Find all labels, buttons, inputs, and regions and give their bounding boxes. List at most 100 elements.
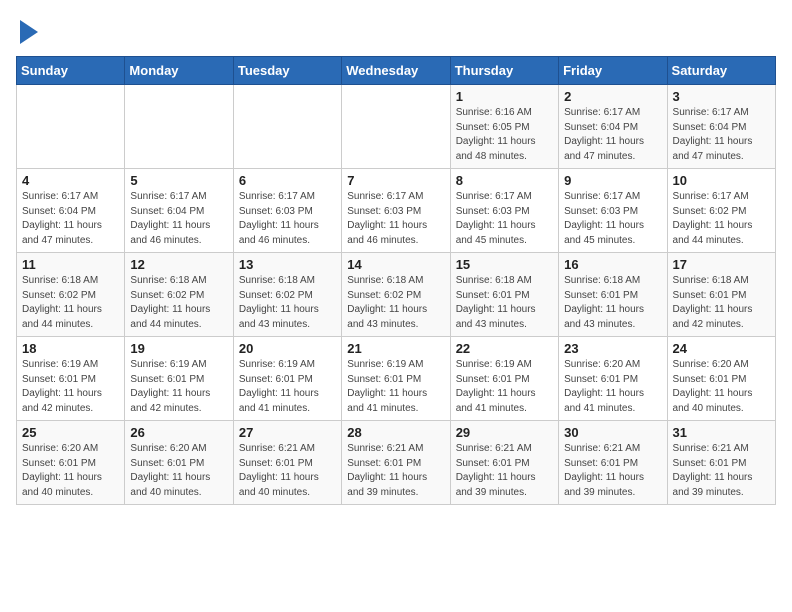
day-info: Sunrise: 6:17 AM Sunset: 6:04 PM Dayligh… (22, 190, 119, 248)
day-number: 29 (456, 425, 553, 440)
calendar-cell: 18 Sunrise: 6:19 AM Sunset: 6:01 PM Dayli… (17, 337, 125, 421)
calendar-cell: 14Sunrise: 6:18 AM Sunset: 6:02 PM Dayli… (342, 253, 450, 337)
day-info: Sunrise: 6:20 AM Sunset: 6:01 PM Dayligh… (22, 442, 119, 500)
day-number: 26 (130, 425, 227, 440)
day-number: 21 (347, 341, 444, 356)
calendar-cell: 15 Sunrise: 6:18 AM Sunset: 6:01 PM Dayli… (450, 253, 558, 337)
day-info: Sunrise: 6:16 AM Sunset: 6:05 PM Dayligh… (456, 106, 553, 164)
weekday-row: SundayMondayTuesdayWednesdayThursdayFrid… (17, 57, 776, 85)
day-number: 6 (239, 173, 336, 188)
day-number: 30 (564, 425, 661, 440)
calendar-cell: 17 Sunrise: 6:18 AM Sunset: 6:01 PM Dayli… (667, 253, 775, 337)
logo (16, 16, 38, 44)
logo-arrow-icon (20, 20, 38, 44)
weekday-header-saturday: Saturday (667, 57, 775, 85)
day-info: Sunrise: 6:21 AM Sunset: 6:01 PM Dayligh… (673, 442, 770, 500)
day-info: Sunrise: 6:18 AM Sunset: 6:02 PM Dayligh… (239, 274, 336, 332)
day-number: 27 (239, 425, 336, 440)
calendar-cell: 12 Sunrise: 6:18 AM Sunset: 6:02 PM Dayli… (125, 253, 233, 337)
weekday-header-friday: Friday (559, 57, 667, 85)
week-row-2: 4 Sunrise: 6:17 AM Sunset: 6:04 PM Daylig… (17, 169, 776, 253)
calendar-cell: 24Sunrise: 6:20 AM Sunset: 6:01 PM Dayli… (667, 337, 775, 421)
day-info: Sunrise: 6:21 AM Sunset: 6:01 PM Dayligh… (564, 442, 661, 500)
calendar-cell (17, 85, 125, 169)
week-row-4: 18 Sunrise: 6:19 AM Sunset: 6:01 PM Dayli… (17, 337, 776, 421)
day-info: Sunrise: 6:17 AM Sunset: 6:04 PM Dayligh… (130, 190, 227, 248)
calendar-cell (125, 85, 233, 169)
day-number: 18 (22, 341, 119, 356)
day-info: Sunrise: 6:20 AM Sunset: 6:01 PM Dayligh… (564, 358, 661, 416)
day-number: 23 (564, 341, 661, 356)
calendar-cell: 29Sunrise: 6:21 AM Sunset: 6:01 PM Dayli… (450, 421, 558, 505)
calendar-cell: 30 Sunrise: 6:21 AM Sunset: 6:01 PM Dayli… (559, 421, 667, 505)
day-info: Sunrise: 6:18 AM Sunset: 6:01 PM Dayligh… (673, 274, 770, 332)
calendar-cell: 4 Sunrise: 6:17 AM Sunset: 6:04 PM Daylig… (17, 169, 125, 253)
day-number: 2 (564, 89, 661, 104)
calendar-header: SundayMondayTuesdayWednesdayThursdayFrid… (17, 57, 776, 85)
calendar-cell: 7 Sunrise: 6:17 AM Sunset: 6:03 PM Daylig… (342, 169, 450, 253)
calendar-cell: 31 Sunrise: 6:21 AM Sunset: 6:01 PM Dayli… (667, 421, 775, 505)
calendar-cell: 22Sunrise: 6:19 AM Sunset: 6:01 PM Dayli… (450, 337, 558, 421)
day-info: Sunrise: 6:17 AM Sunset: 6:04 PM Dayligh… (564, 106, 661, 164)
calendar-cell: 10 Sunrise: 6:17 AM Sunset: 6:02 PM Dayli… (667, 169, 775, 253)
calendar-cell: 3 Sunrise: 6:17 AM Sunset: 6:04 PM Daylig… (667, 85, 775, 169)
calendar-cell: 27 Sunrise: 6:21 AM Sunset: 6:01 PM Dayli… (233, 421, 341, 505)
day-info: Sunrise: 6:17 AM Sunset: 6:04 PM Dayligh… (673, 106, 770, 164)
day-number: 7 (347, 173, 444, 188)
day-number: 14 (347, 257, 444, 272)
calendar-cell: 19Sunrise: 6:19 AM Sunset: 6:01 PM Dayli… (125, 337, 233, 421)
day-number: 15 (456, 257, 553, 272)
day-info: Sunrise: 6:17 AM Sunset: 6:03 PM Dayligh… (347, 190, 444, 248)
day-number: 4 (22, 173, 119, 188)
week-row-5: 25Sunrise: 6:20 AM Sunset: 6:01 PM Dayli… (17, 421, 776, 505)
day-info: Sunrise: 6:19 AM Sunset: 6:01 PM Dayligh… (347, 358, 444, 416)
day-number: 10 (673, 173, 770, 188)
page-container: SundayMondayTuesdayWednesdayThursdayFrid… (0, 0, 792, 515)
day-info: Sunrise: 6:17 AM Sunset: 6:03 PM Dayligh… (456, 190, 553, 248)
weekday-header-monday: Monday (125, 57, 233, 85)
calendar-cell: 20 Sunrise: 6:19 AM Sunset: 6:01 PM Dayli… (233, 337, 341, 421)
calendar-cell: 2 Sunrise: 6:17 AM Sunset: 6:04 PM Daylig… (559, 85, 667, 169)
day-number: 3 (673, 89, 770, 104)
calendar-cell: 25Sunrise: 6:20 AM Sunset: 6:01 PM Dayli… (17, 421, 125, 505)
calendar-cell: 5 Sunrise: 6:17 AM Sunset: 6:04 PM Daylig… (125, 169, 233, 253)
calendar-cell: 9Sunrise: 6:17 AM Sunset: 6:03 PM Daylig… (559, 169, 667, 253)
day-number: 17 (673, 257, 770, 272)
calendar-cell: 16Sunrise: 6:18 AM Sunset: 6:01 PM Dayli… (559, 253, 667, 337)
weekday-header-tuesday: Tuesday (233, 57, 341, 85)
calendar-cell: 1 Sunrise: 6:16 AM Sunset: 6:05 PM Daylig… (450, 85, 558, 169)
day-number: 11 (22, 257, 119, 272)
day-info: Sunrise: 6:18 AM Sunset: 6:02 PM Dayligh… (22, 274, 119, 332)
calendar-cell (342, 85, 450, 169)
day-info: Sunrise: 6:20 AM Sunset: 6:01 PM Dayligh… (130, 442, 227, 500)
day-info: Sunrise: 6:18 AM Sunset: 6:02 PM Dayligh… (130, 274, 227, 332)
day-info: Sunrise: 6:18 AM Sunset: 6:01 PM Dayligh… (456, 274, 553, 332)
weekday-header-thursday: Thursday (450, 57, 558, 85)
day-info: Sunrise: 6:19 AM Sunset: 6:01 PM Dayligh… (239, 358, 336, 416)
day-number: 12 (130, 257, 227, 272)
calendar-table: SundayMondayTuesdayWednesdayThursdayFrid… (16, 56, 776, 505)
day-number: 19 (130, 341, 227, 356)
day-info: Sunrise: 6:17 AM Sunset: 6:03 PM Dayligh… (239, 190, 336, 248)
day-number: 31 (673, 425, 770, 440)
weekday-header-wednesday: Wednesday (342, 57, 450, 85)
day-number: 20 (239, 341, 336, 356)
calendar-cell: 6 Sunrise: 6:17 AM Sunset: 6:03 PM Daylig… (233, 169, 341, 253)
day-number: 1 (456, 89, 553, 104)
day-info: Sunrise: 6:17 AM Sunset: 6:02 PM Dayligh… (673, 190, 770, 248)
week-row-3: 11 Sunrise: 6:18 AM Sunset: 6:02 PM Dayli… (17, 253, 776, 337)
day-info: Sunrise: 6:21 AM Sunset: 6:01 PM Dayligh… (239, 442, 336, 500)
calendar-cell: 21 Sunrise: 6:19 AM Sunset: 6:01 PM Dayli… (342, 337, 450, 421)
calendar-cell (233, 85, 341, 169)
calendar-cell: 23 Sunrise: 6:20 AM Sunset: 6:01 PM Dayli… (559, 337, 667, 421)
day-info: Sunrise: 6:20 AM Sunset: 6:01 PM Dayligh… (673, 358, 770, 416)
day-info: Sunrise: 6:19 AM Sunset: 6:01 PM Dayligh… (456, 358, 553, 416)
day-number: 5 (130, 173, 227, 188)
calendar-cell: 11 Sunrise: 6:18 AM Sunset: 6:02 PM Dayli… (17, 253, 125, 337)
calendar-cell: 26 Sunrise: 6:20 AM Sunset: 6:01 PM Dayli… (125, 421, 233, 505)
day-info: Sunrise: 6:19 AM Sunset: 6:01 PM Dayligh… (22, 358, 119, 416)
day-info: Sunrise: 6:18 AM Sunset: 6:01 PM Dayligh… (564, 274, 661, 332)
day-number: 28 (347, 425, 444, 440)
header (16, 16, 776, 44)
calendar-cell: 28Sunrise: 6:21 AM Sunset: 6:01 PM Dayli… (342, 421, 450, 505)
